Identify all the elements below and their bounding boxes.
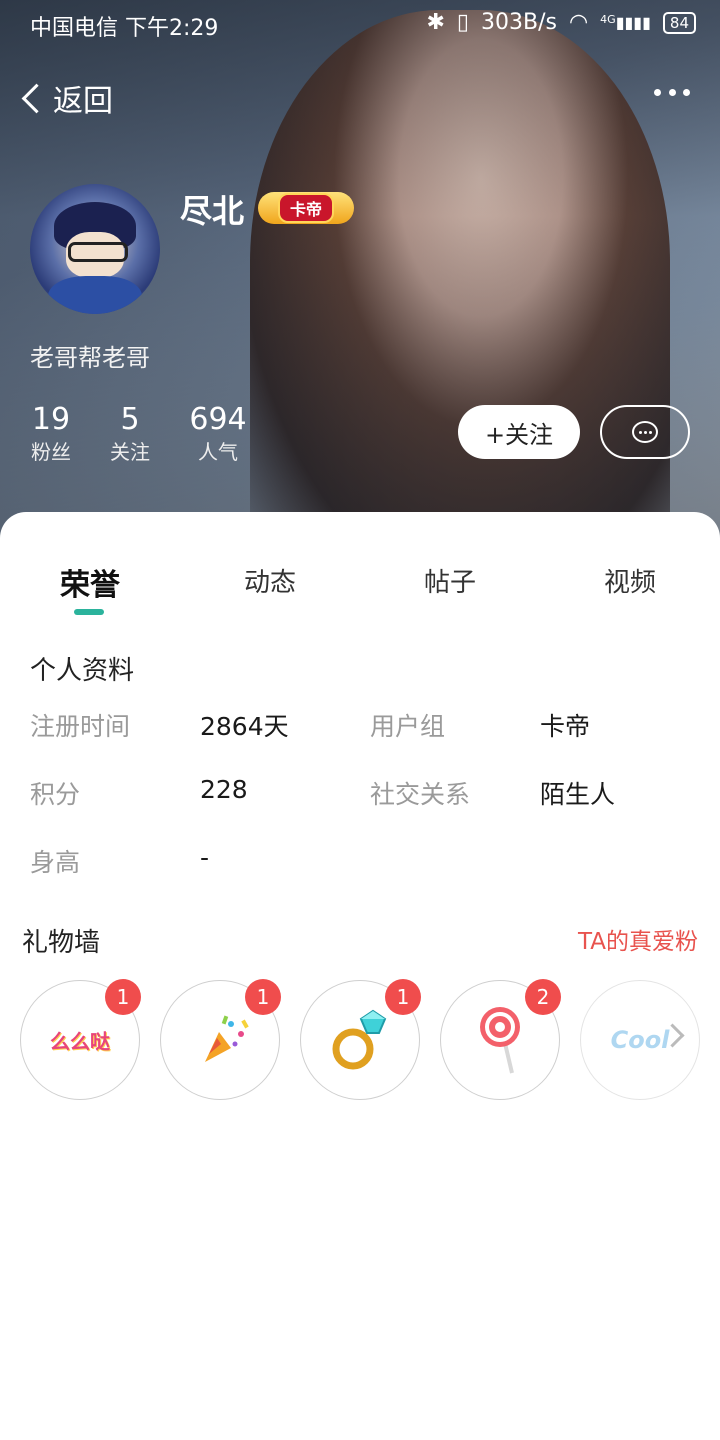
bluetooth-icon: ✱ <box>426 10 445 35</box>
info-value: 2864天 <box>200 712 289 741</box>
party-popper-icon <box>205 1015 249 1062</box>
tab-activity[interactable]: 动态 <box>244 562 296 599</box>
lollipop-icon <box>480 1007 520 1074</box>
gift-count-badge: 1 <box>385 979 421 1015</box>
stat-value: 5 <box>120 402 140 437</box>
gift-item[interactable]: 1 <box>300 979 421 1100</box>
kiss-sticker-icon: 么么哒 <box>50 1029 110 1054</box>
chat-bubble-icon <box>632 421 658 443</box>
vibrate-icon: ▯ <box>456 10 469 35</box>
wifi-icon: ◠ <box>568 10 589 35</box>
info-value: - <box>200 843 210 872</box>
battery-level: 84 <box>669 13 689 32</box>
gift-item[interactable]: 1 <box>160 979 281 1100</box>
gift-item[interactable]: 2 <box>440 979 561 1100</box>
cool-sticker-icon: Cool <box>610 1026 670 1054</box>
back-button[interactable]: 返回 <box>18 76 113 120</box>
signal-icon: 4G▮▮▮▮ <box>600 13 651 32</box>
info-value: 陌生人 <box>540 780 616 809</box>
info-value: 卡帝 <box>540 712 591 741</box>
carrier-label: 中国电信 <box>30 16 119 41</box>
info-value: 228 <box>200 775 248 804</box>
vip-badge[interactable]: 卡帝 <box>258 192 354 224</box>
gift-count-badge: 1 <box>245 979 281 1015</box>
tab-posts[interactable]: 帖子 <box>424 562 476 599</box>
stat-value: 694 <box>189 402 247 437</box>
back-label: 返回 <box>53 84 113 119</box>
follow-button[interactable]: +关注 <box>458 405 580 459</box>
stat-fans[interactable]: 19 粉丝 <box>30 402 72 466</box>
active-tab-indicator <box>74 609 104 615</box>
avatar[interactable] <box>30 184 160 314</box>
status-bar: 中国电信 下午2:29 ✱ ▯ 303B/s ◠ 4G▮▮▮▮ 84 <box>0 0 720 50</box>
gift-item[interactable]: 么么哒 1 <box>20 979 141 1100</box>
tab-honor[interactable]: 荣誉 <box>60 560 120 604</box>
stat-label: 粉丝 <box>31 440 71 464</box>
personal-info-title: 个人资料 <box>30 656 135 686</box>
top-fans-link[interactable]: TA的真爱粉 <box>578 922 698 956</box>
username: 尽北 <box>180 192 245 230</box>
info-label: 注册时间 <box>30 712 131 741</box>
stat-label: 关注 <box>110 440 150 464</box>
tab-videos[interactable]: 视频 <box>604 562 656 599</box>
stat-label: 人气 <box>198 440 238 464</box>
info-label: 身高 <box>30 848 81 877</box>
message-button[interactable] <box>600 405 690 459</box>
diamond-ring-icon <box>332 1009 387 1070</box>
network-speed: 303B/s <box>480 10 557 35</box>
gift-count-badge: 2 <box>525 979 561 1015</box>
gift-item[interactable]: Cool <box>580 980 700 1100</box>
battery-icon: 84 <box>662 11 696 34</box>
chevron-left-icon <box>21 83 52 113</box>
vip-badge-label: 卡帝 <box>277 193 334 223</box>
more-options-button[interactable] <box>654 82 690 102</box>
more-dots-icon <box>654 88 661 96</box>
user-signature: 老哥帮老哥 <box>30 344 150 372</box>
info-label: 用户组 <box>370 712 446 741</box>
network-type: 4G <box>600 13 616 26</box>
info-label: 积分 <box>30 780 81 809</box>
profile-content-card: 荣誉 动态 帖子 视频 个人资料 注册时间 2864天 用户组 卡帝 积分 22… <box>0 512 720 1440</box>
time-label: 下午2:29 <box>125 16 219 41</box>
info-label: 社交关系 <box>370 780 471 809</box>
stat-following[interactable]: 5 关注 <box>108 402 152 466</box>
stat-popularity[interactable]: 694 人气 <box>188 402 248 466</box>
stat-value: 19 <box>31 402 71 437</box>
gift-wall-title: 礼物墙 <box>22 928 101 958</box>
gift-count-badge: 1 <box>105 979 141 1015</box>
